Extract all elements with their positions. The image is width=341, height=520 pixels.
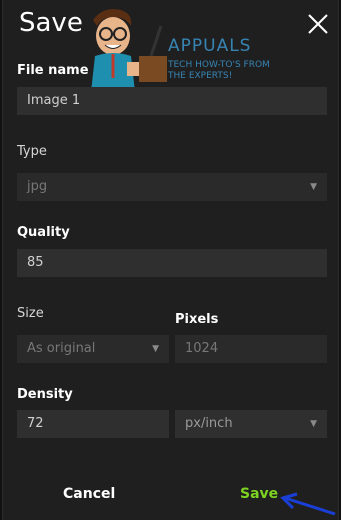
mascot-logo (91, 9, 167, 92)
pointer-arrow-icon (280, 492, 336, 516)
chevron-down-icon: ▼ (152, 344, 159, 354)
pixels-label: Pixels (175, 312, 219, 327)
density-unit-select[interactable]: px/inch ▼ (175, 410, 327, 438)
save-button[interactable]: Save (240, 486, 278, 502)
watermark-brand: APPUALS (168, 36, 252, 56)
size-select[interactable]: As original ▼ (17, 335, 169, 363)
appuals-watermark: APPUALS TECH HOW-TO'S FROM THE EXPERTS! (73, 6, 273, 92)
chevron-down-icon: ▼ (310, 182, 317, 192)
watermark-tagline: TECH HOW-TO'S FROM THE EXPERTS! (168, 60, 270, 82)
type-label: Type (17, 144, 47, 159)
size-select-value: As original (27, 341, 96, 356)
pixels-input: 1024 (175, 335, 327, 363)
density-label: Density (17, 387, 73, 402)
type-select[interactable]: jpg ▼ (17, 173, 327, 201)
quality-label: Quality (17, 225, 70, 240)
save-dialog: Save APPUALS TECH HOW-TO'S FROM THE EXPE… (2, 0, 339, 520)
density-input[interactable]: 72 (17, 410, 169, 438)
quality-input[interactable]: 85 (17, 249, 327, 277)
watermark-tagline-line2: THE EXPERTS! (168, 71, 233, 81)
type-select-value: jpg (27, 179, 48, 194)
cancel-button[interactable]: Cancel (63, 486, 115, 502)
file-name-label: File name (17, 63, 89, 78)
size-label: Size (17, 306, 44, 321)
watermark-tagline-line1: TECH HOW-TO'S FROM (168, 60, 270, 70)
file-name-input[interactable]: Image 1 (17, 87, 327, 115)
density-unit-value: px/inch (185, 416, 233, 431)
close-icon[interactable] (305, 11, 331, 37)
chevron-down-icon: ▼ (310, 419, 317, 429)
